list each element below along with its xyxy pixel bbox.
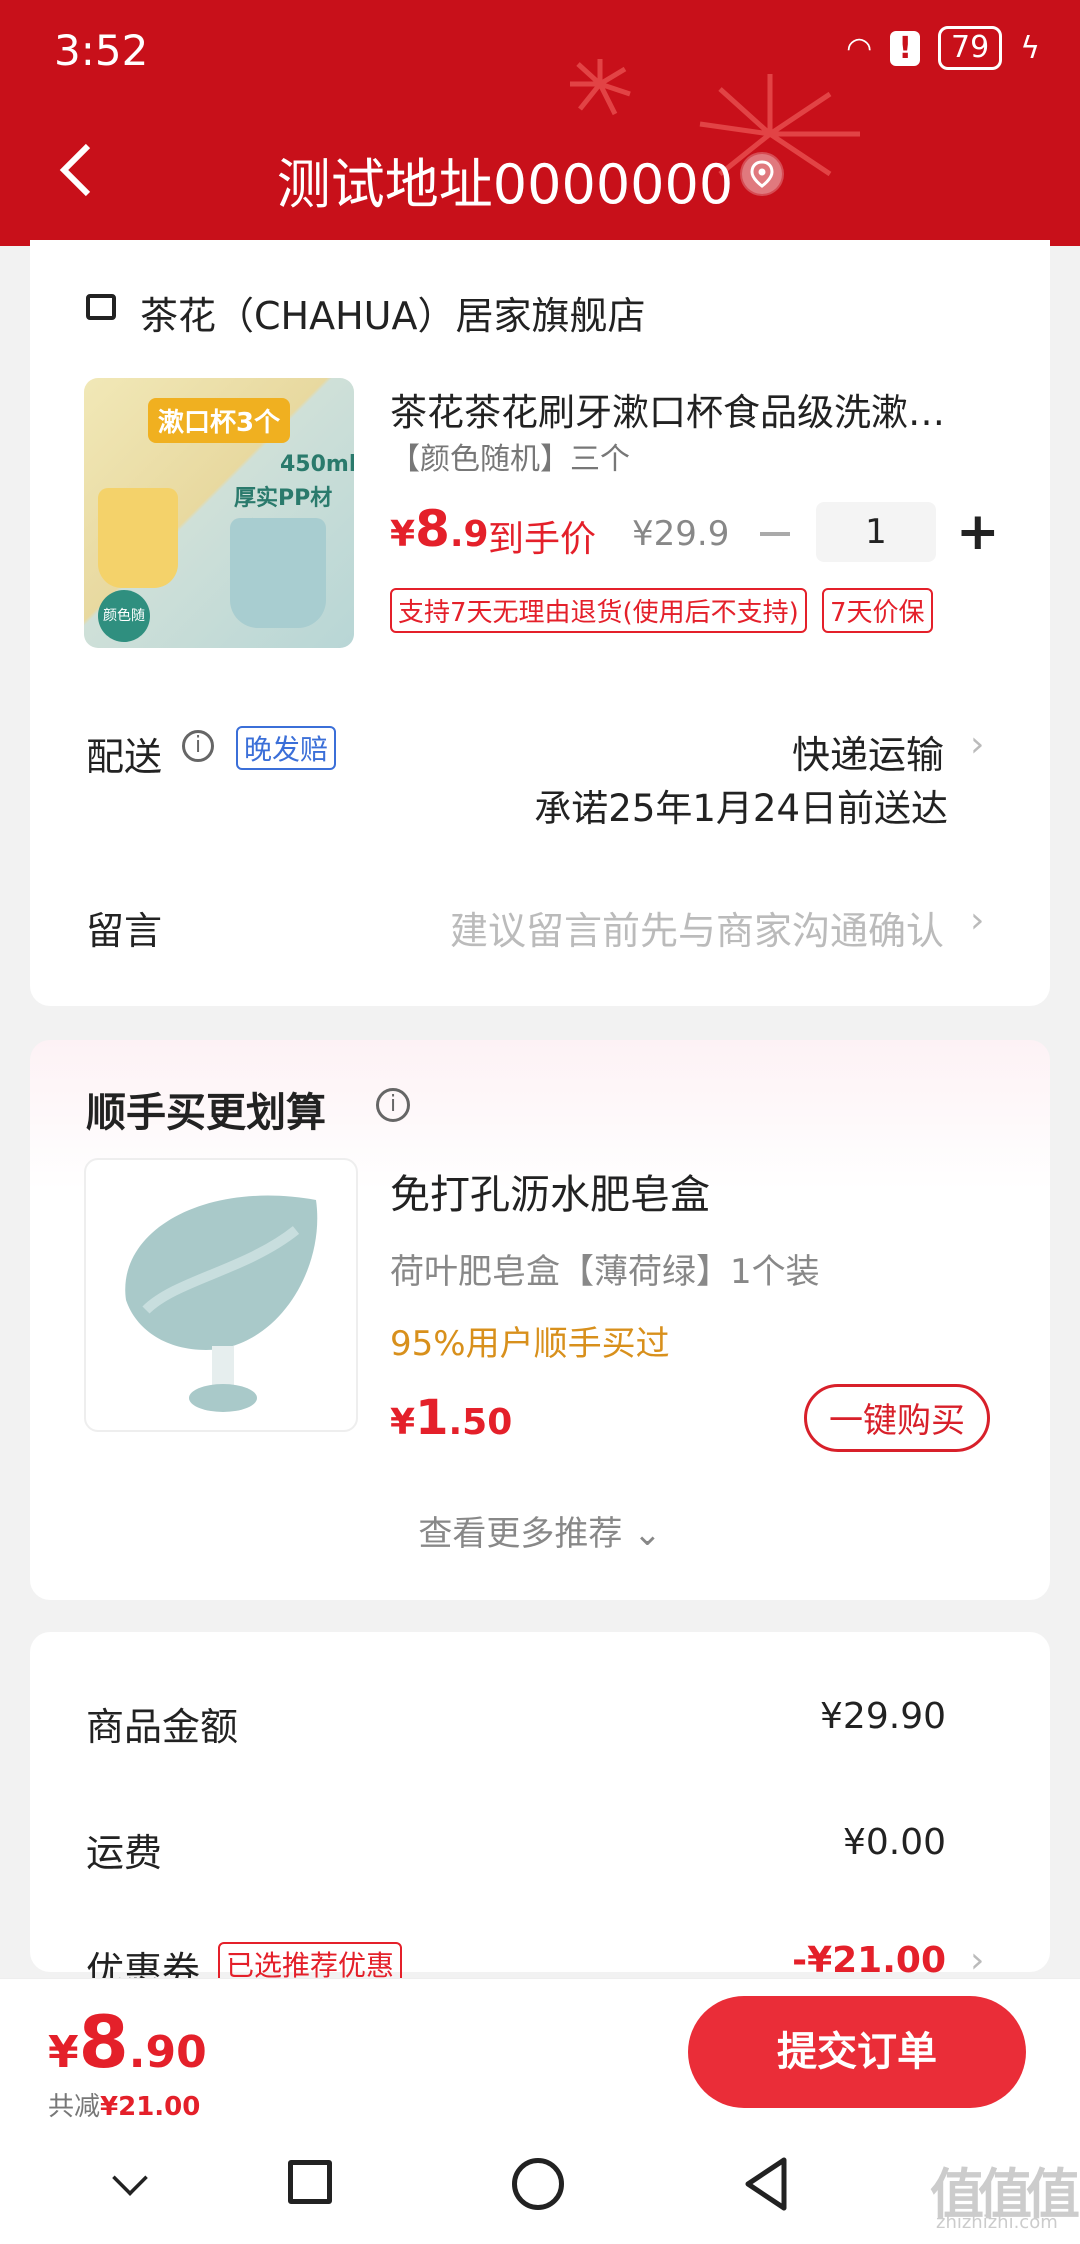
price-int: 8 bbox=[78, 2000, 129, 2084]
reco-product-price: ¥1.50 bbox=[390, 1390, 512, 1446]
one-click-buy-button[interactable]: 一键购买 bbox=[804, 1384, 990, 1452]
goods-amount-label: 商品金额 bbox=[86, 1705, 239, 1749]
address-text: 测试地址0000000 bbox=[276, 153, 734, 216]
more-recommendations-label: 查看更多推荐 bbox=[418, 1514, 623, 1554]
alert-icon: ! bbox=[890, 30, 921, 66]
recommendation-title: 顺手买更划算 bbox=[86, 1090, 326, 1136]
address-title[interactable]: 测试地址0000000 bbox=[0, 140, 1080, 219]
quantity-plus-button[interactable]: + bbox=[956, 502, 1000, 562]
price-dec: .9 bbox=[449, 514, 489, 555]
yellow-cup-shape bbox=[98, 488, 178, 588]
price-protect-tag: 7天价保 bbox=[822, 588, 933, 633]
product-price: ¥8.9 bbox=[390, 500, 489, 558]
saved-value: ¥21.00 bbox=[100, 2092, 201, 2122]
price-symbol: ¥ bbox=[390, 514, 416, 555]
message-label: 留言 bbox=[86, 909, 163, 953]
wifi-icon: ◠ bbox=[846, 30, 873, 66]
submit-order-button[interactable]: 提交订单 bbox=[688, 1996, 1026, 2108]
delivery-label: 配送 bbox=[86, 735, 163, 779]
price-dec: .50 bbox=[448, 1402, 513, 1443]
info-icon[interactable]: i bbox=[376, 1088, 410, 1122]
nav-recents-icon[interactable] bbox=[288, 2160, 332, 2204]
reco-product-spec[interactable]: 荷叶肥皂盒【薄荷绿】1个装 bbox=[390, 1244, 820, 1293]
battery-indicator: 79 bbox=[938, 26, 1003, 70]
price-int: 1 bbox=[415, 1390, 449, 1446]
chevron-right-icon[interactable]: › bbox=[970, 724, 984, 765]
reco-social-proof: 95%用户顺手买过 bbox=[390, 1324, 670, 1364]
soap-dish-shape bbox=[125, 1195, 318, 1412]
price-int: 8 bbox=[415, 500, 450, 558]
quantity-minus-button[interactable] bbox=[760, 532, 790, 536]
price-summary-card bbox=[30, 1632, 1050, 1972]
status-time: 3:52 bbox=[54, 26, 149, 75]
return-policy-tag: 支持7天无理由退货(使用后不支持) bbox=[390, 588, 807, 633]
product-image-size: 450ml bbox=[280, 452, 354, 477]
shop-name[interactable]: 茶花（CHAHUA）居家旗舰店 bbox=[140, 285, 646, 340]
nav-home-icon[interactable] bbox=[512, 2158, 564, 2210]
saved-label: 共减 bbox=[48, 2092, 101, 2122]
quantity-input[interactable]: 1 bbox=[816, 502, 936, 562]
coupon-value[interactable]: -¥21.00 bbox=[792, 1940, 946, 1981]
product-image-banner: 漱口杯3个 bbox=[148, 398, 291, 443]
chevron-down-icon: ⌄ bbox=[633, 1514, 662, 1554]
more-recommendations-link[interactable]: 查看更多推荐 ⌄ bbox=[0, 1506, 1080, 1555]
chevron-right-icon[interactable]: › bbox=[970, 1940, 984, 1981]
message-input[interactable]: 建议留言前先与商家沟通确认 bbox=[450, 900, 944, 955]
watermark-domain: zhizhizhi.com bbox=[936, 2212, 1058, 2233]
shipping-fee-value: ¥0.00 bbox=[842, 1822, 946, 1863]
status-icons: ◠ ! 79 ϟ bbox=[846, 26, 1040, 70]
store-icon bbox=[86, 294, 116, 320]
charging-icon: ϟ bbox=[1020, 30, 1040, 66]
total-saved: 共减¥21.00 bbox=[48, 2086, 200, 2123]
price-label: 到手价 bbox=[488, 519, 597, 560]
nav-back-icon[interactable] bbox=[742, 2156, 790, 2212]
total-price: ¥8.90 bbox=[48, 2000, 207, 2084]
original-price: ¥29.9 bbox=[632, 514, 730, 554]
location-icon[interactable] bbox=[740, 152, 784, 196]
product-image-cups[interactable]: 漱口杯3个 450ml 厚实PP材质 颜色随机 bbox=[84, 378, 354, 648]
product-title[interactable]: 茶花茶花刷牙漱口杯食品级洗漱… bbox=[390, 382, 1010, 436]
price-symbol: ¥ bbox=[390, 1402, 416, 1443]
price-symbol: ¥ bbox=[48, 2027, 79, 2078]
reco-product-title[interactable]: 免打孔沥水肥皂盒 bbox=[390, 1162, 710, 1220]
chevron-right-icon[interactable]: › bbox=[970, 900, 984, 941]
product-image-soap-dish[interactable] bbox=[84, 1158, 358, 1432]
info-icon[interactable]: i bbox=[182, 730, 214, 762]
shipping-fee-label: 运费 bbox=[86, 1831, 163, 1875]
late-compensation-badge: 晚发赔 bbox=[236, 726, 337, 770]
product-spec[interactable]: 【颜色随机】三个 bbox=[390, 434, 630, 478]
blue-cup-shape bbox=[230, 518, 326, 628]
goods-amount-value: ¥29.90 bbox=[820, 1696, 946, 1737]
delivery-method[interactable]: 快递运输 bbox=[792, 724, 944, 779]
delivery-promise: 承诺25年1月24日前送达 bbox=[534, 787, 948, 830]
price-dec: .90 bbox=[128, 2027, 207, 2078]
color-random-badge: 颜色随机 bbox=[98, 590, 150, 642]
